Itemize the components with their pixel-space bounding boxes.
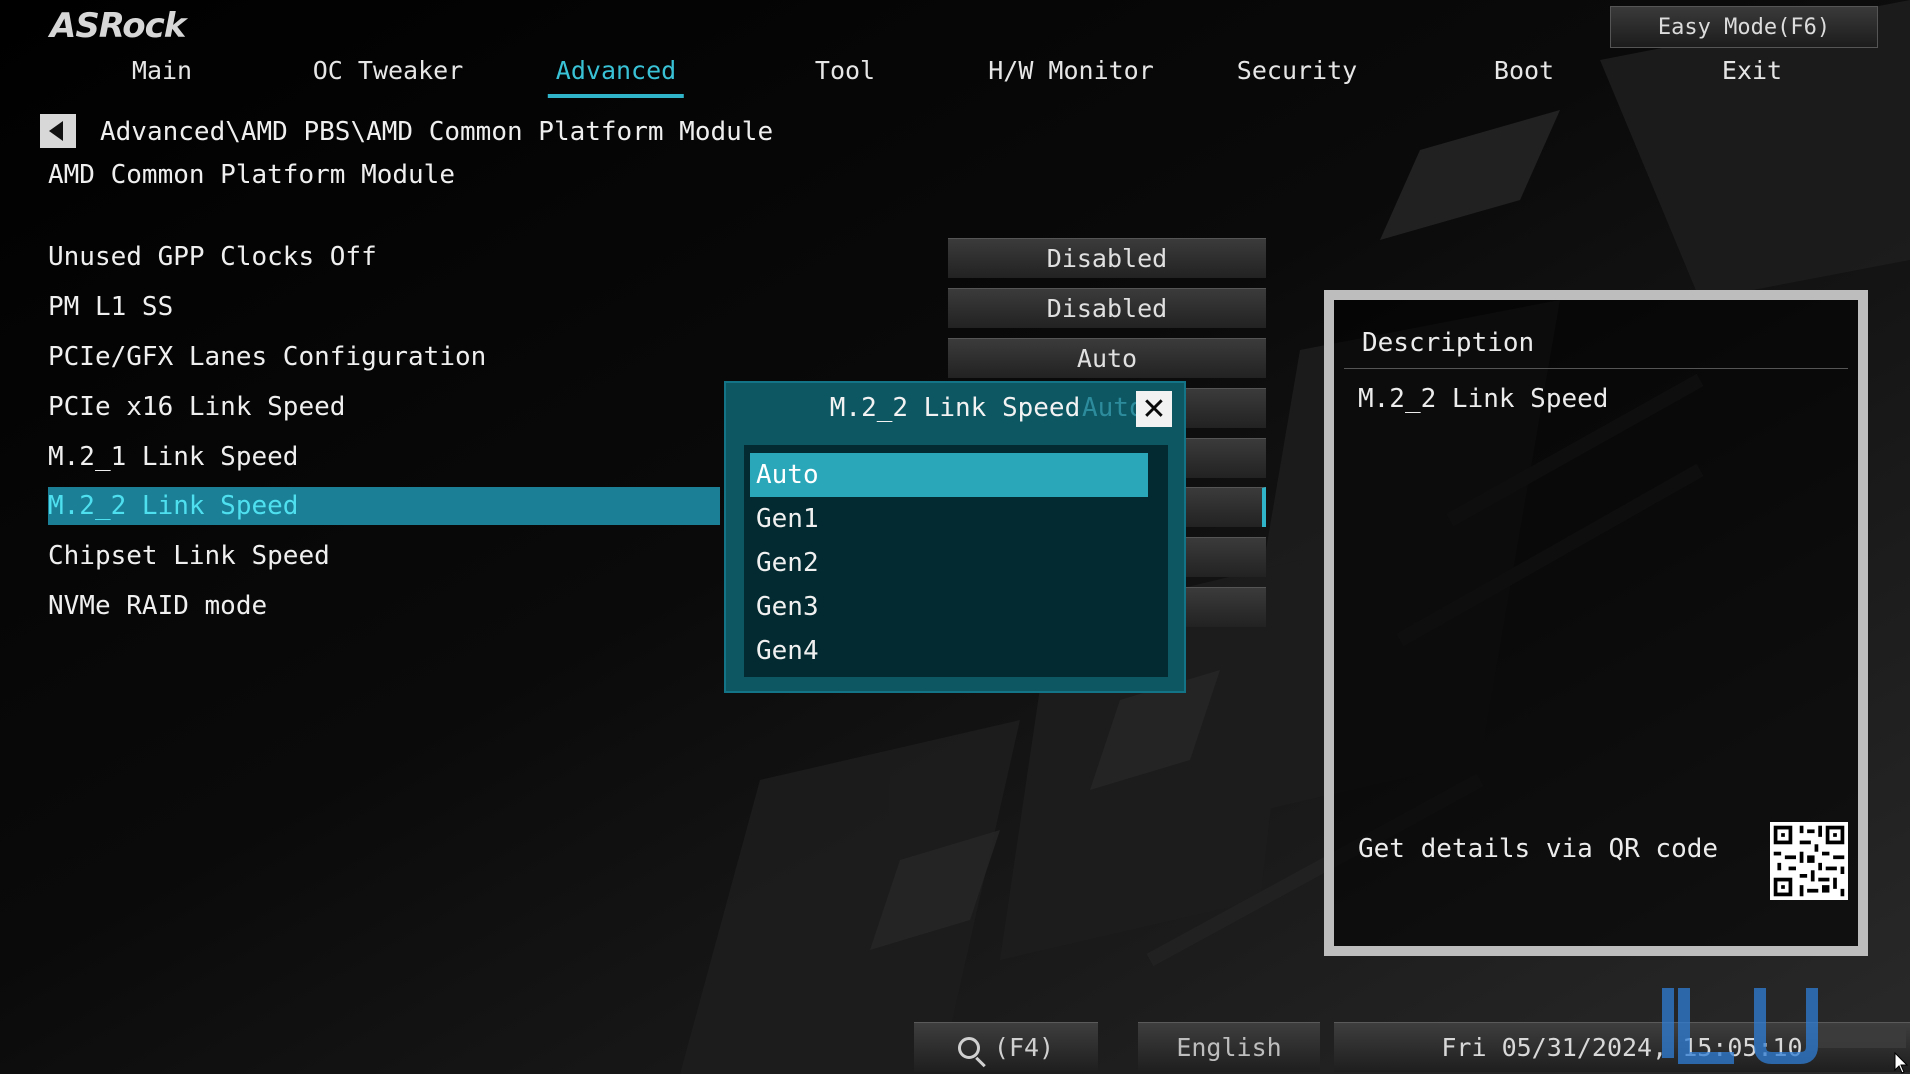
- language-button[interactable]: English: [1138, 1022, 1320, 1072]
- description-divider: [1344, 368, 1848, 369]
- breadcrumb: Advanced\AMD PBS\AMD Common Platform Mod…: [100, 117, 774, 147]
- value-pcie-gfx-lanes-configuration[interactable]: Auto: [948, 338, 1266, 378]
- tab-oc-tweaker[interactable]: OC Tweaker: [313, 56, 464, 94]
- asrock-logo: ASRock: [50, 6, 186, 46]
- tab-security[interactable]: Security: [1237, 56, 1357, 94]
- search-button[interactable]: (F4): [914, 1022, 1098, 1072]
- tab-hw-monitor[interactable]: H/W Monitor: [988, 56, 1154, 94]
- setting-nvme-raid-mode[interactable]: NVMe RAID mode: [48, 587, 267, 625]
- setting-m2-2-link-speed[interactable]: M.2_2 Link Speed: [48, 487, 720, 525]
- search-icon: [957, 1036, 980, 1059]
- tab-advanced[interactable]: Advanced: [547, 56, 685, 98]
- tab-exit[interactable]: Exit: [1722, 56, 1782, 94]
- tab-main[interactable]: Main: [132, 56, 192, 94]
- setting-pcie-x16-link-speed[interactable]: PCIe x16 Link Speed: [48, 388, 345, 426]
- option-auto[interactable]: Auto: [750, 453, 1148, 497]
- description-text: M.2_2 Link Speed: [1358, 384, 1609, 414]
- setting-unused-gpp-clocks-off[interactable]: Unused GPP Clocks Off: [48, 238, 377, 276]
- watermark-logo: [1662, 988, 1906, 1064]
- setting-pm-l1-ss[interactable]: PM L1 SS: [48, 288, 173, 326]
- search-shortcut-label: (F4): [993, 1033, 1055, 1062]
- setting-chipset-link-speed[interactable]: Chipset Link Speed: [48, 537, 330, 575]
- option-gen4[interactable]: Gen4: [750, 629, 1148, 673]
- mouse-cursor-icon: [1894, 1052, 1909, 1074]
- qr-label: Get details via QR code: [1358, 834, 1719, 864]
- qr-code-icon: [1770, 822, 1848, 900]
- back-arrow-icon[interactable]: [40, 114, 76, 148]
- option-gen2[interactable]: Gen2: [750, 541, 1148, 585]
- popup-option-list: Auto Gen1 Gen2 Gen3 Gen4: [744, 445, 1168, 677]
- main-tabs: Main OC Tweaker Advanced Tool H/W Monito…: [0, 56, 1910, 98]
- tab-boot[interactable]: Boot: [1494, 56, 1554, 94]
- value-pm-l1-ss[interactable]: Disabled: [948, 288, 1266, 328]
- description-title: Description: [1362, 328, 1535, 358]
- option-gen3[interactable]: Gen3: [750, 585, 1148, 629]
- tab-tool[interactable]: Tool: [815, 56, 875, 94]
- setting-pcie-gfx-lanes-configuration[interactable]: PCIe/GFX Lanes Configuration: [48, 338, 486, 376]
- link-speed-popup: M.2_2 Link Speed Auto ✕ Auto Gen1 Gen2 G…: [724, 381, 1186, 693]
- close-icon[interactable]: ✕: [1136, 391, 1172, 427]
- setting-m2-1-link-speed[interactable]: M.2_1 Link Speed: [48, 438, 298, 476]
- option-gen1[interactable]: Gen1: [750, 497, 1148, 541]
- description-panel: Description M.2_2 Link Speed Get details…: [1324, 290, 1868, 956]
- easy-mode-button[interactable]: Easy Mode(F6): [1610, 6, 1878, 48]
- page-title: AMD Common Platform Module: [48, 160, 455, 190]
- value-unused-gpp-clocks-off[interactable]: Disabled: [948, 238, 1266, 278]
